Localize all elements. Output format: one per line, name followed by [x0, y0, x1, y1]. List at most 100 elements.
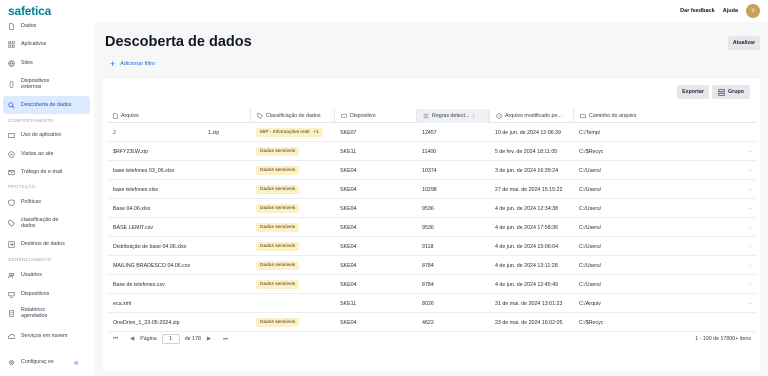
last-page-icon[interactable]: ⏭ [223, 336, 228, 343]
classification-cell: Dados sensíveis [250, 161, 334, 180]
feedback-link[interactable]: Dar feedback [680, 8, 715, 14]
shield-icon [8, 198, 15, 206]
clock-icon [496, 113, 502, 119]
pagination: ⏮ ◀ Página 1 de 178 ▶ ⏭ 1 - 100 de 17800… [107, 332, 757, 346]
column-header-arquivo[interactable]: Arquivo [107, 109, 250, 123]
safetica-logo[interactable]: safetica [8, 4, 51, 18]
sidebar-item-uso-do-aplicativo[interactable]: Uso do aplicativo [3, 130, 90, 140]
sidebar-item-trafego-de-email[interactable]: Tráfego de e-mail [3, 167, 90, 177]
data-icon [8, 22, 15, 30]
table-row[interactable]: OneDrive_1_23-05-2024.zip Dados sensívei… [107, 313, 757, 332]
table-row[interactable]: base telefones 03_06.xlsx Dados sensívei… [107, 161, 757, 180]
modified-cell: 4 de jun. de 2024 13:11:28 [495, 262, 558, 269]
column-header-regras[interactable]: Regras detect... ↓ [416, 109, 489, 123]
classification-badge: Dados sensíveis [256, 261, 300, 270]
table-row[interactable]: MAILING BRADESCO 04.06.csv Dados sensíve… [107, 256, 757, 275]
column-header-caminho[interactable]: Caminho do arquivo [573, 109, 757, 123]
path-cell: C:/Users/ [579, 262, 602, 269]
item-range: 1 - 100 de 17800+ itens [695, 336, 751, 342]
table-row[interactable]: Distribuição de base 04.06.xlsx Dados se… [107, 237, 757, 256]
sidebar-item-visitas-ao-site[interactable]: Visitas ao site [3, 149, 90, 159]
device-cell: SKE04 [340, 243, 357, 250]
collapse-icon[interactable]: « [74, 358, 78, 367]
row-dash: - [749, 243, 751, 250]
report-icon [8, 309, 15, 317]
classification-badge: Dados sensíveis [256, 242, 300, 251]
sidebar-item-label: Tráfego de e-mail [21, 169, 63, 175]
file-name: Base 04.06.xlsx [113, 205, 151, 212]
sidebar-item-dispositivos[interactable]: Dispositivos [3, 289, 90, 299]
refresh-button[interactable]: Atualizar [728, 36, 760, 50]
table-row[interactable]: BASE LEMIT.csv Dados sensíveis SKE04 953… [107, 218, 757, 237]
next-page-icon[interactable]: ▶ [207, 336, 211, 342]
path-cell: C:/Temp/ [579, 129, 601, 136]
table-row[interactable]: J 1.zip MIP - Informações resti +1 SKE07 … [107, 123, 757, 142]
rules-icon [423, 113, 429, 119]
modified-cell: 4 de jun. de 2024 17:58:36 [495, 224, 559, 231]
page-title: Descoberta de dados [105, 34, 252, 50]
sidebar-item-usuarios[interactable]: Usuários [3, 270, 90, 280]
table-row[interactable]: Base de telefones.csv Dados sensíveis SK… [107, 275, 757, 294]
file-name: base telefones 03_06.xlsx [113, 167, 175, 174]
column-header-dispositivo[interactable]: Dispositivo [334, 109, 416, 123]
rules-cell: 8784 [422, 262, 434, 269]
column-header-modificado[interactable]: Arquivo modificado pe... [489, 109, 573, 123]
help-link[interactable]: Ajuda [723, 8, 738, 14]
classification-cell: Dados sensíveis [250, 180, 334, 199]
first-page-icon[interactable]: ⏮ [113, 336, 118, 343]
modified-cell: 4 de jun. de 2024 12:45:49 [495, 281, 559, 288]
table-row[interactable]: eca.xml SKE11 8026 31 de mai. de 2024 13… [107, 294, 757, 313]
sidebar-item-classificacao-de-dados[interactable]: classificação de dados [3, 216, 90, 230]
sidebar-item-label: Relatórios agendados [21, 307, 48, 319]
rules-cell: 10374 [422, 167, 437, 174]
table-row[interactable]: Base 04.06.xlsx Dados sensíveis SKE04 95… [107, 199, 757, 218]
device-cell: SKE04 [340, 224, 357, 231]
sidebar-item-label: Dispositivos externos [21, 78, 50, 90]
table-row[interactable]: base telefones.xlsx Dados sensíveis SKE0… [107, 180, 757, 199]
table-row[interactable]: $RFY23LW.zip Dados sensíveis SKE11 11400… [107, 142, 757, 161]
sidebar-item-descoberta-de-dados[interactable]: Descoberta de dados [3, 96, 90, 114]
rules-cell: 12457 [422, 129, 437, 136]
prev-page-icon[interactable]: ◀ [130, 336, 134, 342]
sidebar-item-dados[interactable]: Dados [3, 22, 90, 30]
sidebar-item-servicos-em-nuvem[interactable]: Serviços em nuvem [3, 331, 90, 341]
group-button[interactable]: Grupo [712, 85, 750, 99]
row-dash: - [749, 281, 751, 288]
sidebar-item-politicas[interactable]: Políticas [3, 197, 90, 207]
destination-icon [8, 240, 15, 248]
row-dash: - [749, 224, 751, 231]
sidebar-item-dispositivos-externos[interactable]: Dispositivos externos [3, 77, 90, 91]
add-filter-button[interactable]: + Adicionar filtro [110, 59, 155, 69]
rules-cell: 9536 [422, 205, 434, 212]
plus-icon: + [110, 59, 116, 69]
apps-icon [8, 40, 15, 48]
classification-cell: Dados sensíveis [250, 275, 334, 294]
globe-icon [8, 59, 15, 67]
gear-icon [8, 359, 15, 366]
classification-cell: Dados sensíveis [250, 218, 334, 237]
classification-cell: Dados sensíveis [250, 313, 334, 332]
sidebar: Dados Aplicativos Sites Dispositivos ext… [0, 22, 94, 376]
column-header-classificacao[interactable]: Classificação de dados [250, 109, 334, 123]
sidebar-item-label: Destinos de dados [21, 241, 65, 247]
sidebar-item-aplicativos[interactable]: Aplicativos [3, 39, 90, 49]
path-cell: C:/$Recyc [579, 319, 604, 326]
export-button[interactable]: Exportar [677, 85, 709, 99]
page-label: Página [140, 336, 157, 342]
classification-badge: Dados sensíveis [256, 223, 300, 232]
add-filter-label: Adicionar filtro [120, 61, 156, 67]
tag-icon [257, 113, 263, 119]
file-icon [113, 113, 118, 119]
sidebar-item-destinos-de-dados[interactable]: Destinos de dados [3, 239, 90, 249]
sidebar-item-configuracoes[interactable]: Configuraç es [3, 355, 63, 369]
avatar[interactable]: s [746, 4, 760, 18]
file-name: MAILING BRADESCO 04.06.csv [113, 262, 191, 269]
classification-badge: Dados sensíveis [256, 185, 300, 194]
sidebar-item-relatorios-agendados[interactable]: Relatórios agendados [3, 306, 90, 320]
path-cell: C:/Users/ [579, 243, 602, 250]
modified-cell: 5 de fev. de 2024 18:11:05 [495, 148, 558, 155]
sidebar-item-sites[interactable]: Sites [3, 58, 90, 68]
row-dash: - [749, 186, 751, 193]
tag-icon [8, 219, 15, 227]
page-input[interactable]: 1 [161, 334, 180, 344]
